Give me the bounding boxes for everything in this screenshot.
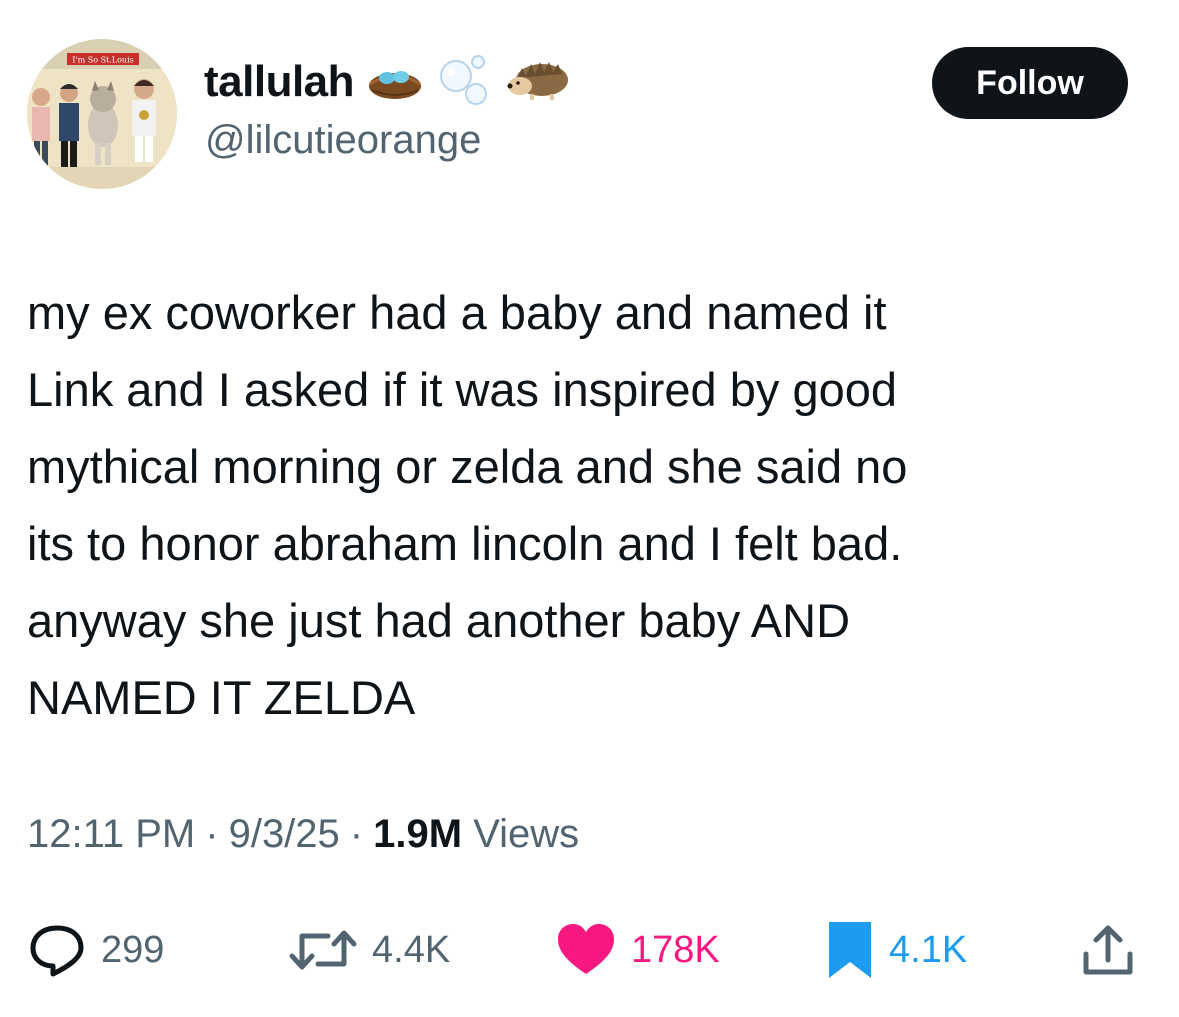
views-count: 1.9M [373, 812, 463, 856]
repost-button[interactable]: 4.4K [288, 915, 450, 985]
display-name[interactable]: tallulah [204, 57, 355, 107]
tweet-time[interactable]: 12:11 PM [27, 812, 195, 857]
bookmark-count: 4.1K [889, 928, 968, 971]
hedgehog-icon [506, 58, 572, 107]
reply-count: 299 [101, 928, 165, 971]
nest-with-eggs-icon [366, 60, 424, 105]
like-button[interactable]: 178K [555, 915, 720, 985]
repost-icon [289, 930, 357, 970]
bookmark-button[interactable]: 4.1K [825, 915, 967, 985]
tweet-date[interactable]: 9/3/25 [229, 812, 340, 857]
tweet-meta: 12:11 PM · 9/3/25 · 1.9M Views [27, 812, 579, 857]
meta-separator: · [349, 812, 364, 856]
like-count: 178K [631, 928, 720, 971]
views-link[interactable]: 1.9M Views [373, 812, 579, 857]
share-button[interactable] [1080, 915, 1136, 985]
avatar-caption: I'm So St.Louis [72, 56, 134, 65]
meta-separator: · [205, 812, 219, 856]
views-label: Views [473, 812, 580, 856]
repost-count: 4.4K [372, 928, 451, 971]
author-name-row[interactable]: tallulah [204, 54, 572, 110]
follow-button[interactable]: Follow [932, 47, 1128, 119]
reply-icon [30, 925, 84, 977]
reply-button[interactable]: 299 [27, 915, 164, 985]
author-handle[interactable]: @lilcutieorange [205, 118, 481, 163]
bubbles-icon [436, 52, 494, 113]
share-icon [1083, 925, 1133, 975]
avatar[interactable]: I'm So St.Louis [27, 39, 177, 189]
heart-icon [558, 924, 614, 974]
action-bar: 299 4.4K 178K 4.1K [0, 915, 1179, 985]
tweet-text: my ex coworker had a baby and named it L… [27, 286, 908, 724]
bookmark-icon [829, 922, 871, 978]
avatar-image: I'm So St.Louis [27, 39, 177, 189]
